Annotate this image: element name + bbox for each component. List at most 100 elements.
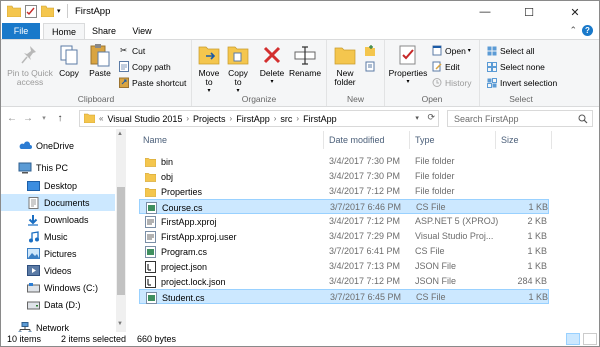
breadcrumb-item[interactable]: src: [277, 114, 295, 124]
title-bar: ▾ FirstApp — ☐ ✕: [1, 1, 599, 23]
history-button[interactable]: History: [431, 77, 471, 88]
copy-path-label: Copy path: [132, 61, 171, 72]
ribbon-collapse-icon[interactable]: ⌃: [569, 25, 577, 36]
column-header-size[interactable]: Size: [501, 135, 519, 145]
select-none-button[interactable]: Select none: [486, 61, 545, 72]
breadcrumb-item[interactable]: FirstApp: [300, 114, 340, 124]
table-row[interactable]: Properties 3/4/2017 7:12 PM File folder: [139, 184, 549, 199]
properties-quick-icon[interactable]: [25, 5, 37, 20]
back-arrow-icon[interactable]: ←: [5, 111, 19, 125]
select-all-button[interactable]: Select all: [486, 45, 535, 56]
table-row[interactable]: project.lock.json 3/4/2017 7:12 PM JSON …: [139, 274, 549, 289]
cut-button[interactable]: ✂ Cut: [118, 45, 145, 56]
minimize-button[interactable]: —: [463, 1, 507, 23]
pin-quick-access-button[interactable]: Pin to Quick access: [5, 43, 55, 87]
address-dropdown-icon[interactable]: ▾: [415, 115, 419, 122]
table-row[interactable]: Student.cs 3/7/2017 6:45 PM CS File 1 KB: [139, 289, 549, 304]
new-folder-button[interactable]: New folder: [331, 43, 359, 87]
nav-item-downloads[interactable]: Downloads: [1, 211, 115, 228]
forward-arrow-icon[interactable]: →: [21, 111, 35, 125]
file-list: Name Date modified Type Size bin 3/4/201…: [127, 129, 599, 332]
nav-item-onedrive[interactable]: OneDrive: [1, 137, 115, 154]
nav-item-this-pc[interactable]: This PC: [1, 159, 115, 176]
file-size: 1 KB: [528, 202, 548, 212]
easy-access-button[interactable]: [364, 61, 378, 72]
table-row[interactable]: bin 3/4/2017 7:30 PM File folder: [139, 154, 549, 169]
paste-shortcut-button[interactable]: Paste shortcut: [118, 77, 186, 88]
tab-view[interactable]: View: [125, 23, 159, 39]
tab-share[interactable]: Share: [87, 23, 121, 39]
details-view-icon[interactable]: [566, 333, 580, 345]
edit-label: Edit: [445, 61, 460, 72]
open-button[interactable]: Open ▾: [431, 45, 471, 56]
table-row[interactable]: project.json 3/4/2017 7:13 PM JSON File …: [139, 259, 549, 274]
table-row[interactable]: Program.cs 3/7/2017 6:41 PM CS File 1 KB: [139, 244, 549, 259]
new-item-button[interactable]: [364, 45, 378, 56]
table-row[interactable]: FirstApp.xproj 3/4/2017 7:12 PM ASP.NET …: [139, 214, 549, 229]
nav-item-data-d[interactable]: Data (D:): [1, 296, 115, 313]
invert-selection-icon: [486, 77, 497, 88]
large-icons-view-icon[interactable]: [583, 333, 597, 345]
move-to-button[interactable]: Move to ▾: [196, 43, 222, 96]
recent-locations-icon[interactable]: ▾: [37, 111, 51, 125]
delete-icon: [259, 43, 285, 67]
paste-icon: [87, 43, 113, 67]
nav-item-videos[interactable]: Videos: [1, 262, 115, 279]
nav-item-label: Network: [36, 322, 70, 333]
column-divider[interactable]: [551, 131, 552, 149]
new-folder-quick-icon[interactable]: [40, 5, 55, 19]
table-row[interactable]: obj 3/4/2017 7:30 PM File folder: [139, 169, 549, 184]
scroll-down-icon[interactable]: ▼: [117, 321, 123, 327]
refresh-icon[interactable]: ⟳: [427, 112, 435, 122]
copy-button[interactable]: Copy: [57, 43, 81, 78]
paste-button[interactable]: Paste: [86, 43, 114, 78]
maximize-button[interactable]: ☐: [507, 1, 551, 23]
select-group: Select all Select none Invert selection …: [480, 40, 562, 106]
column-divider[interactable]: [495, 131, 496, 149]
cloud-icon: [18, 139, 32, 152]
select-all-label: Select all: [500, 45, 535, 56]
file-size: 1 KB: [527, 231, 547, 241]
edit-button[interactable]: Edit: [431, 61, 460, 72]
search-input[interactable]: Search FirstApp: [447, 110, 593, 127]
invert-selection-button[interactable]: Invert selection: [486, 77, 557, 88]
up-arrow-icon[interactable]: ↑: [53, 111, 67, 125]
nav-item-desktop[interactable]: Desktop: [1, 177, 115, 194]
close-button[interactable]: ✕: [553, 1, 597, 23]
new-group: New folder New: [327, 40, 385, 106]
file-size: 1 KB: [527, 261, 547, 271]
rename-label: Rename: [288, 68, 322, 78]
column-header-date[interactable]: Date modified: [329, 135, 385, 145]
breadcrumb-item[interactable]: Projects: [190, 114, 229, 124]
table-row[interactable]: FirstApp.xproj.user 3/4/2017 7:29 PM Vis…: [139, 229, 549, 244]
customize-toolbar-icon[interactable]: ▾: [57, 7, 61, 15]
column-header-name[interactable]: Name: [143, 135, 167, 145]
drive-icon: [26, 281, 40, 294]
copy-label: Copy: [59, 68, 79, 78]
properties-button[interactable]: Properties ▾: [387, 43, 429, 87]
nav-item-windows-c[interactable]: Windows (C:): [1, 279, 115, 296]
copy-to-button[interactable]: Copy to ▾: [225, 43, 251, 96]
table-row[interactable]: Course.cs 3/7/2017 6:46 PM CS File 1 KB: [139, 199, 549, 214]
nav-item-pictures[interactable]: Pictures: [1, 245, 115, 262]
select-group-label: Select: [509, 94, 533, 104]
rename-button[interactable]: Rename: [289, 43, 321, 78]
column-divider[interactable]: [323, 131, 324, 149]
tab-file[interactable]: File: [2, 23, 40, 39]
column-header-type[interactable]: Type: [415, 135, 435, 145]
nav-item-music[interactable]: Music: [1, 228, 115, 245]
address-bar[interactable]: « Visual Studio 2015 › Projects › FirstA…: [79, 110, 439, 127]
delete-button[interactable]: Delete ▾: [259, 43, 285, 87]
column-divider[interactable]: [409, 131, 410, 149]
help-icon[interactable]: ?: [582, 25, 593, 36]
scroll-up-icon[interactable]: ▲: [117, 131, 123, 137]
breadcrumb-item[interactable]: FirstApp: [233, 114, 273, 124]
explorer-window: ▾ FirstApp — ☐ ✕ File Home Share View ⌃ …: [0, 0, 600, 347]
breadcrumb-item[interactable]: Visual Studio 2015: [104, 114, 185, 124]
nav-item-label: OneDrive: [36, 140, 75, 151]
nav-scroll-thumb[interactable]: [117, 187, 125, 295]
nav-item-documents[interactable]: Documents: [1, 194, 115, 211]
nav-item-label: Pictures: [44, 248, 77, 259]
copy-path-button[interactable]: Copy path: [118, 61, 171, 72]
tab-home[interactable]: Home: [43, 23, 85, 39]
